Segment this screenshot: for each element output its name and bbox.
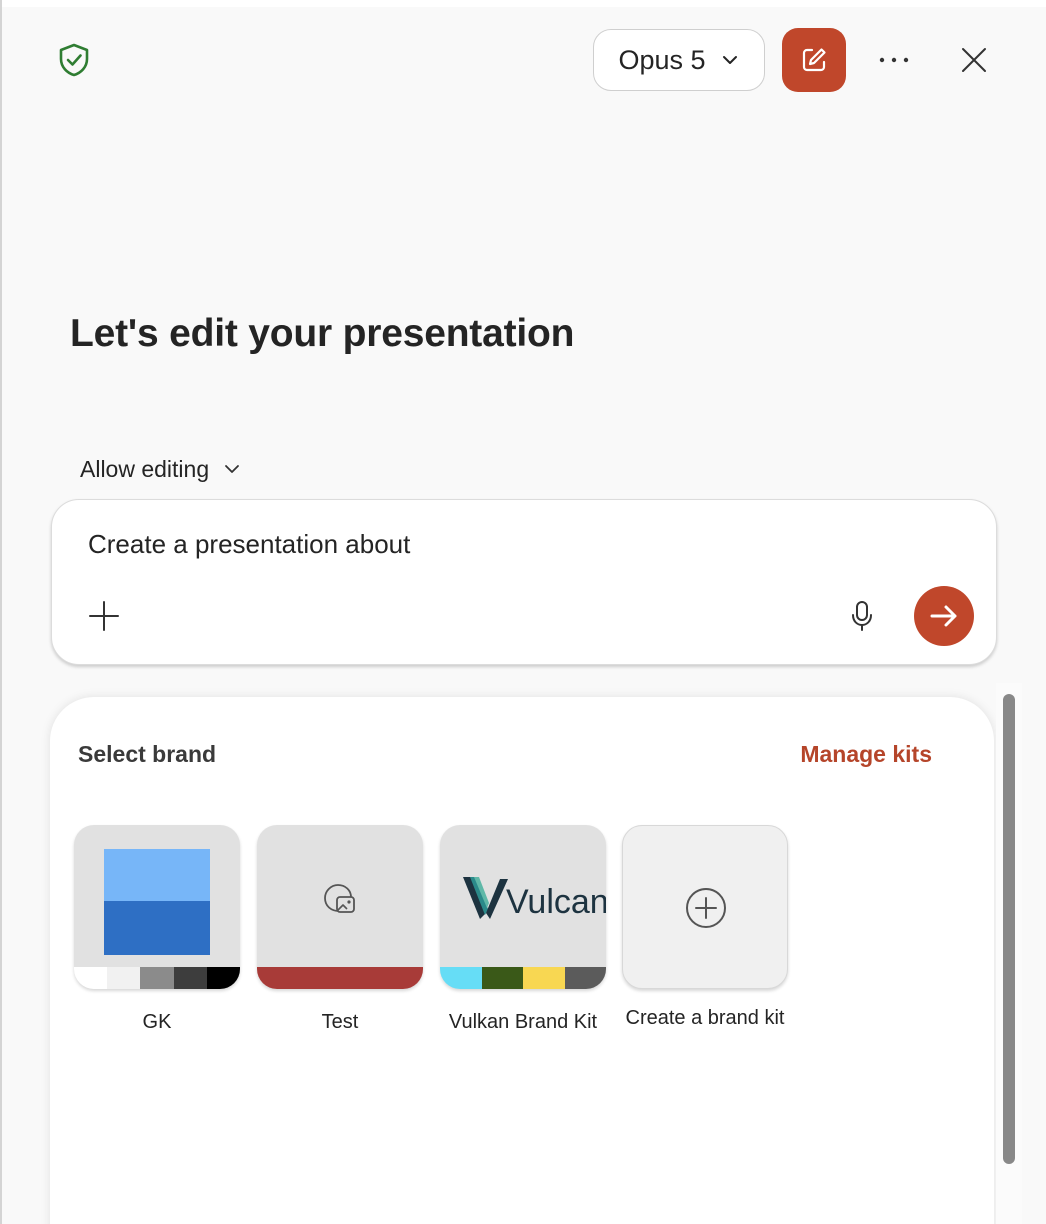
more-horizontal-icon (879, 57, 909, 63)
select-brand-heading: Select brand (78, 741, 217, 767)
brand-kit-name: Vulkan Brand Kit (448, 1011, 598, 1033)
gk-logo (104, 849, 210, 955)
vulcan-logo: Vulcan (462, 875, 606, 921)
vulcan-logo-text: Vulcan (506, 883, 606, 921)
close-button[interactable] (950, 36, 998, 84)
brand-panel: Select brand Manage kits GK Test Vulcan … (50, 697, 994, 1224)
top-strip (0, 0, 1046, 7)
close-icon (962, 48, 986, 72)
microphone-button[interactable] (842, 596, 882, 636)
page-title: Let's edit your presentation (70, 312, 575, 355)
brand-kit-thumbnail: Vulcan (440, 825, 606, 989)
chevron-down-icon (722, 56, 737, 64)
gk-logo-bottom (104, 901, 210, 955)
manage-kits-link[interactable]: Manage kits (800, 741, 932, 768)
image-placeholder-icon (321, 881, 359, 919)
swatch (523, 967, 565, 989)
swatch (481, 967, 523, 989)
brand-kit-gk[interactable]: GK (74, 825, 240, 1034)
swatch (440, 967, 482, 989)
allow-editing-dropdown[interactable]: Allow editing (80, 453, 241, 485)
model-selector-button[interactable]: Opus 5 (593, 29, 765, 91)
vulcan-v-mark (463, 877, 508, 919)
color-swatches (440, 967, 606, 989)
more-options-button[interactable] (868, 40, 920, 80)
swatch (564, 967, 606, 989)
create-brand-kit[interactable]: Create a brand kit (622, 825, 788, 1030)
prompt-composer (51, 499, 997, 665)
new-chat-button[interactable] (782, 28, 846, 92)
plus-icon (89, 601, 119, 631)
brand-kit-thumbnail (74, 825, 240, 989)
brand-kit-name: Create a brand kit (625, 1007, 785, 1029)
attach-button[interactable] (84, 596, 124, 636)
pane-divider (0, 0, 2, 1224)
brand-kit-vulkan[interactable]: Vulcan Vulkan Brand Kit (440, 825, 606, 1034)
swatch (206, 967, 240, 989)
brand-kit-name: GK (142, 1011, 172, 1033)
create-brand-kit-card (622, 825, 788, 989)
add-circle-icon (684, 886, 728, 930)
scrollbar-thumb[interactable] (1003, 694, 1015, 1164)
arrow-right-icon (930, 605, 957, 627)
swatch (140, 967, 174, 989)
chevron-down-icon (225, 465, 240, 473)
shield-check-icon (56, 42, 92, 78)
microphone-icon (852, 601, 872, 631)
swatch (107, 967, 141, 989)
prompt-input[interactable] (88, 524, 868, 564)
brand-color-bar (257, 967, 423, 989)
brand-kit-name: Test (321, 1011, 359, 1033)
gk-logo-top (104, 849, 210, 901)
model-label: Opus 5 (618, 44, 706, 75)
color-swatches (74, 967, 240, 989)
swatch (74, 967, 108, 989)
send-button[interactable] (914, 586, 974, 646)
allow-editing-label: Allow editing (80, 455, 210, 482)
brand-kit-test[interactable]: Test (257, 825, 423, 1034)
swatch (173, 967, 207, 989)
compose-icon (802, 48, 826, 72)
brand-kit-thumbnail (257, 825, 423, 989)
